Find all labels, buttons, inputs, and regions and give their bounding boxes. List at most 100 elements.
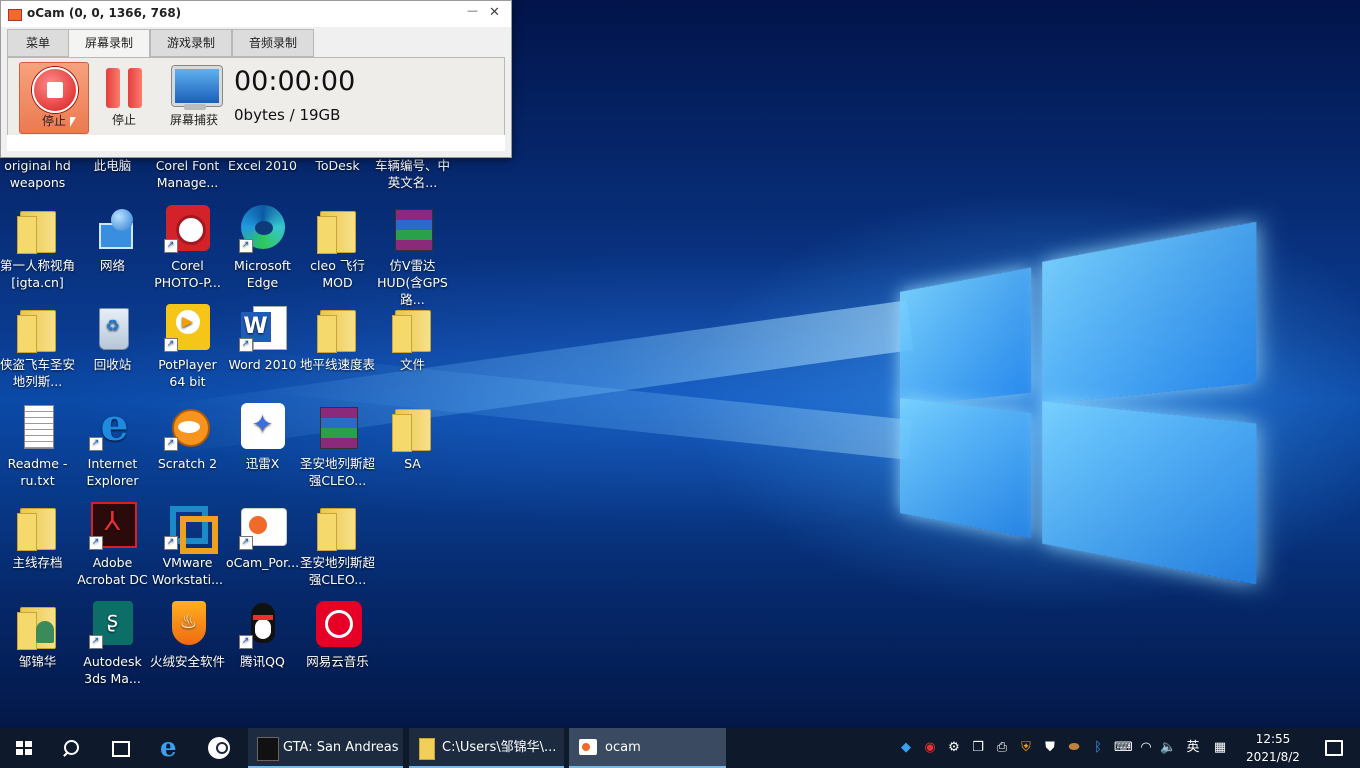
icon-label: 车辆编号、中英文名... <box>375 158 451 190</box>
ime-language-indicator[interactable]: 英 <box>1184 740 1202 756</box>
desktop-icon-cleo-flight-mod[interactable]: cleo 飞行MOD <box>300 205 375 291</box>
desktop-icon-sa-cleo-1[interactable]: 圣安地列斯超强CLEO... <box>300 403 375 489</box>
icon-label: Scratch 2 <box>157 456 218 471</box>
icon-label: 地平线速度表 <box>300 357 376 372</box>
screen-capture-button[interactable]: 屏幕捕获 <box>160 62 228 132</box>
desktop-icon-gta-sa-folder[interactable]: 侠盗飞车圣安地列斯... <box>0 304 75 390</box>
folder-icon <box>314 502 362 551</box>
ocam-toolbar: 停止 停止 屏幕捕获 00:00:00 0bytes / 19GB <box>7 57 505 137</box>
record-timer: 00:00:00 <box>234 66 356 97</box>
start-button[interactable] <box>0 728 48 768</box>
ocam-titlebar[interactable]: oCam (0, 0, 1366, 768) — ✕ <box>1 1 511 27</box>
ocam-window[interactable]: oCam (0, 0, 1366, 768) — ✕ 菜单 屏幕录制 游戏录制 … <box>0 0 512 158</box>
desktop-icon-corel-photo-paint[interactable]: ↗ Corel PHOTO-P... <box>150 205 225 291</box>
folder-icon <box>14 205 62 254</box>
desktop-icon-original-hd-weapons[interactable]: original hd weapons <box>0 157 75 191</box>
desktop-icon-huorong[interactable]: ♨ 火绒安全软件 <box>150 601 225 670</box>
record-stop-icon <box>32 67 78 113</box>
pause-button[interactable]: 停止 <box>90 62 158 132</box>
potplayer-icon: ▶ ↗ <box>163 304 212 352</box>
printer-tray-icon[interactable]: ⎙ <box>994 740 1010 756</box>
task-view-icon <box>112 741 130 757</box>
text-file-icon <box>14 403 62 451</box>
desktop-icon-sa-cleo-2[interactable]: 圣安地列斯超强CLEO... <box>300 502 375 588</box>
desktop-icon-corel-font-manager[interactable]: Corel Font Manage... <box>150 157 225 191</box>
desktop-icon-files[interactable]: 文件 <box>375 304 450 373</box>
winrar-archive-icon <box>314 403 362 451</box>
tab-menu[interactable]: 菜单 <box>7 29 69 57</box>
desktop-icon-word-2010[interactable]: W ↗ Word 2010 <box>225 304 300 373</box>
desktop-icon-main-saves[interactable]: 主线存档 <box>0 502 75 571</box>
icon-label: 迅雷X <box>245 456 280 471</box>
desktop-icon-radar-hud[interactable]: 仿V雷达HUD(含GPS路... <box>375 205 450 308</box>
desktop-icon-potplayer[interactable]: ▶ ↗ PotPlayer 64 bit <box>150 304 225 390</box>
taskbar-app-gta[interactable]: GTA: San Andreas <box>248 728 403 768</box>
taskbar-app-explorer[interactable]: C:\Users\邹锦华\... <box>409 728 564 768</box>
pause-label: 停止 <box>111 113 136 127</box>
huorong-tray-icon[interactable]: ⛨ <box>1018 740 1034 756</box>
ime-mode-tray-icon[interactable]: ⌨ <box>1114 740 1133 756</box>
desktop-icon-internet-explorer[interactable]: e ↗ Internet Explorer <box>75 403 150 489</box>
icon-label: VMware Workstati... <box>151 555 224 587</box>
tab-screen-record[interactable]: 屏幕录制 <box>68 29 150 58</box>
desktop-icon-qq[interactable]: ↗ 腾讯QQ <box>225 601 300 670</box>
desktop-icon-vehicle-ids[interactable]: 车辆编号、中英文名... <box>375 157 450 191</box>
wifi-tray-icon[interactable]: ◠ <box>1138 740 1154 756</box>
vmware-icon: ↗ <box>163 502 218 554</box>
ocam-tray-icon[interactable]: ◉ <box>922 740 938 756</box>
edge-icon: ↗ <box>238 205 287 253</box>
desktop-icon-user-folder[interactable]: 邹锦华 <box>0 601 75 670</box>
volume-tray-icon[interactable]: 🔈 <box>1160 740 1176 756</box>
desktop-icon-first-person-view[interactable]: 第一人称视角[igta.cn] <box>0 205 75 291</box>
clock[interactable]: 12:55 2021/8/2 <box>1238 730 1308 766</box>
desktop-icon-recycle-bin[interactable]: ♻ 回收站 <box>75 304 150 373</box>
task-view-button[interactable] <box>96 728 144 768</box>
network-share-tray-icon[interactable]: ⚙ <box>946 740 962 756</box>
icon-label: Autodesk 3ds Ma... <box>83 654 142 686</box>
tab-audio-record[interactable]: 音频录制 <box>232 29 314 57</box>
drive-tray-icon[interactable]: ⬬ <box>1066 740 1082 756</box>
desktop-icon-ocam-portable[interactable]: ↗ oCam_Por... <box>225 502 300 571</box>
security-tray-icon[interactable]: ⛊ <box>1042 740 1058 756</box>
close-button[interactable]: ✕ <box>489 5 500 20</box>
icon-label: 火绒安全软件 <box>150 654 226 669</box>
desktop-icon-netease-music[interactable]: 网易云音乐 <box>300 601 375 670</box>
desktop-icon-network[interactable]: 网络 <box>75 205 150 274</box>
taskbar-pin-steam[interactable] <box>196 728 244 768</box>
corel-photo-paint-icon: ↗ <box>163 205 212 253</box>
todesk-tray-icon[interactable]: ◆ <box>898 740 914 756</box>
desktop-icon-thunder-x[interactable]: ✦ 迅雷X <box>225 403 300 472</box>
tab-game-record[interactable]: 游戏录制 <box>150 29 232 57</box>
minimize-button[interactable]: — <box>467 4 478 17</box>
desktop-icon-vmware[interactable]: ↗ VMware Workstati... <box>150 502 225 588</box>
folder-icon <box>14 304 62 353</box>
desktop-icon-speedometer[interactable]: 地平线速度表 <box>300 304 375 373</box>
search-button[interactable] <box>48 728 96 768</box>
desktop-icon-microsoft-edge[interactable]: ↗ Microsoft Edge <box>225 205 300 291</box>
desktop-icon-scratch-2[interactable]: ↗ Scratch 2 <box>150 403 225 472</box>
ime-grid-tray-icon[interactable]: ▦ <box>1212 740 1228 756</box>
copy-tray-icon[interactable]: ❐ <box>970 740 986 756</box>
taskbar-pin-ie[interactable]: e <box>148 728 196 768</box>
icon-label: 回收站 <box>93 357 132 372</box>
desktop-icon-readme[interactable]: Readme - ru.txt <box>0 403 75 489</box>
desktop-icon-todesk[interactable]: ToDesk <box>300 157 375 174</box>
bluetooth-tray-icon[interactable]: ᛒ <box>1090 740 1106 756</box>
desktop-icon-this-pc[interactable]: 此电脑 <box>75 157 150 174</box>
icon-label: 腾讯QQ <box>240 654 285 669</box>
stop-record-button[interactable]: 停止 <box>19 62 89 134</box>
desktop-icon-excel-2010[interactable]: Excel 2010 <box>225 157 300 174</box>
icon-label: Corel Font Manage... <box>155 158 220 190</box>
desktop-icon-adobe-acrobat[interactable]: ⅄ ↗ Adobe Acrobat DC <box>75 502 150 588</box>
desktop-icon-3ds-max[interactable]: ʂ ↗ Autodesk 3ds Ma... <box>75 601 150 687</box>
desktop-icon-sa[interactable]: SA <box>375 403 450 472</box>
huorong-shield-icon: ♨ <box>164 601 212 649</box>
taskbar-app-label: C:\Users\邹锦华\... <box>442 740 557 755</box>
taskbar-app-ocam[interactable]: ocam <box>569 728 726 768</box>
notification-center-button[interactable] <box>1318 728 1348 768</box>
mouse-cursor-icon <box>70 117 76 127</box>
icon-label: cleo 飞行MOD <box>310 258 365 290</box>
folder-icon <box>389 304 437 353</box>
folder-icon <box>14 502 62 551</box>
taskbar-app-label: ocam <box>605 740 641 755</box>
